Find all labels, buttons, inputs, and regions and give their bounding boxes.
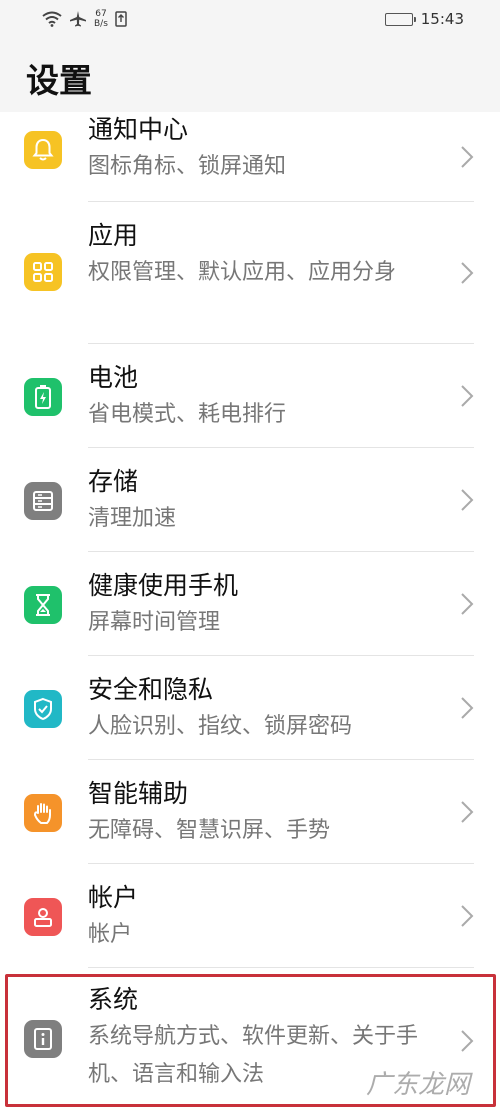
settings-item-subtitle: 人脸识别、指纹、锁屏密码 xyxy=(88,714,353,739)
chevron-right-icon xyxy=(461,593,474,615)
network-speed-unit: B/s xyxy=(94,19,108,29)
hand-icon xyxy=(24,794,62,832)
settings-item-title: 电池 xyxy=(88,363,139,392)
settings-item-subtitle: 帐户 xyxy=(88,922,133,947)
network-speed: 67 B/s xyxy=(94,9,108,29)
chevron-right-icon xyxy=(461,489,474,511)
header: 67 B/s 15:43 设置 xyxy=(0,0,500,112)
bell-icon xyxy=(24,131,62,169)
settings-item-title: 应用 xyxy=(88,221,139,250)
shield-check-icon xyxy=(24,690,62,728)
network-speed-value: 67 xyxy=(95,9,107,19)
settings-item-accounts[interactable]: 帐户 帐户 xyxy=(0,864,500,968)
wifi-icon xyxy=(42,11,62,27)
settings-item-digital-balance[interactable]: 健康使用手机 屏幕时间管理 xyxy=(0,552,500,656)
person-icon xyxy=(24,898,62,936)
settings-item-security-privacy[interactable]: 安全和隐私 人脸识别、指纹、锁屏密码 xyxy=(0,656,500,760)
chevron-right-icon xyxy=(461,697,474,719)
settings-item-apps[interactable]: 应用 权限管理、默认应用、应用分身 xyxy=(0,202,500,344)
status-left: 67 B/s xyxy=(42,9,127,29)
settings-item-title: 健康使用手机 xyxy=(88,571,239,600)
status-right: 15:43 xyxy=(384,10,464,28)
settings-item-title: 安全和隐私 xyxy=(88,675,214,704)
settings-item-battery[interactable]: 电池 省电模式、耗电排行 xyxy=(0,344,500,448)
status-time: 15:43 xyxy=(420,10,464,28)
chevron-right-icon xyxy=(461,146,474,168)
battery-icon xyxy=(24,378,62,416)
settings-item-title: 帐户 xyxy=(88,883,139,912)
watermark: 广东龙网 xyxy=(365,1070,470,1100)
battery-status-icon xyxy=(384,12,416,26)
settings-item-subtitle: 权限管理、默认应用、应用分身 xyxy=(88,260,397,285)
settings-item-storage[interactable]: 存储 清理加速 xyxy=(0,448,500,552)
settings-list: 通知中心 图标角标、锁屏通知 应用 权限管理、默认应用、应用分身 电池 省电模式… xyxy=(0,112,500,1111)
settings-item-subtitle: 屏幕时间管理 xyxy=(88,610,221,635)
chevron-right-icon xyxy=(461,385,474,407)
airplane-icon xyxy=(69,11,87,27)
settings-item-subtitle: 图标角标、锁屏通知 xyxy=(88,154,287,179)
chevron-right-icon xyxy=(461,1029,474,1052)
settings-item-notifications[interactable]: 通知中心 图标角标、锁屏通知 xyxy=(0,112,500,202)
hourglass-icon xyxy=(24,586,62,624)
info-icon xyxy=(24,1020,62,1058)
page-title: 设置 xyxy=(26,61,92,100)
settings-item-subtitle: 无障碍、智慧识屏、手势 xyxy=(88,818,331,843)
settings-item-subtitle: 省电模式、耗电排行 xyxy=(88,402,287,427)
chevron-right-icon xyxy=(461,801,474,823)
settings-item-title: 智能辅助 xyxy=(88,779,189,808)
apps-grid-icon xyxy=(24,253,62,291)
settings-item-smart-assist[interactable]: 智能辅助 无障碍、智慧识屏、手势 xyxy=(0,760,500,864)
chevron-right-icon xyxy=(461,262,474,284)
status-bar: 67 B/s 15:43 xyxy=(0,0,500,38)
chevron-right-icon xyxy=(461,905,474,927)
settings-item-title: 存储 xyxy=(88,467,139,496)
storage-icon xyxy=(24,482,62,520)
settings-item-title: 系统 xyxy=(88,985,139,1014)
settings-item-subtitle: 清理加速 xyxy=(88,506,177,531)
download-icon xyxy=(115,11,127,27)
settings-item-title: 通知中心 xyxy=(88,115,189,144)
